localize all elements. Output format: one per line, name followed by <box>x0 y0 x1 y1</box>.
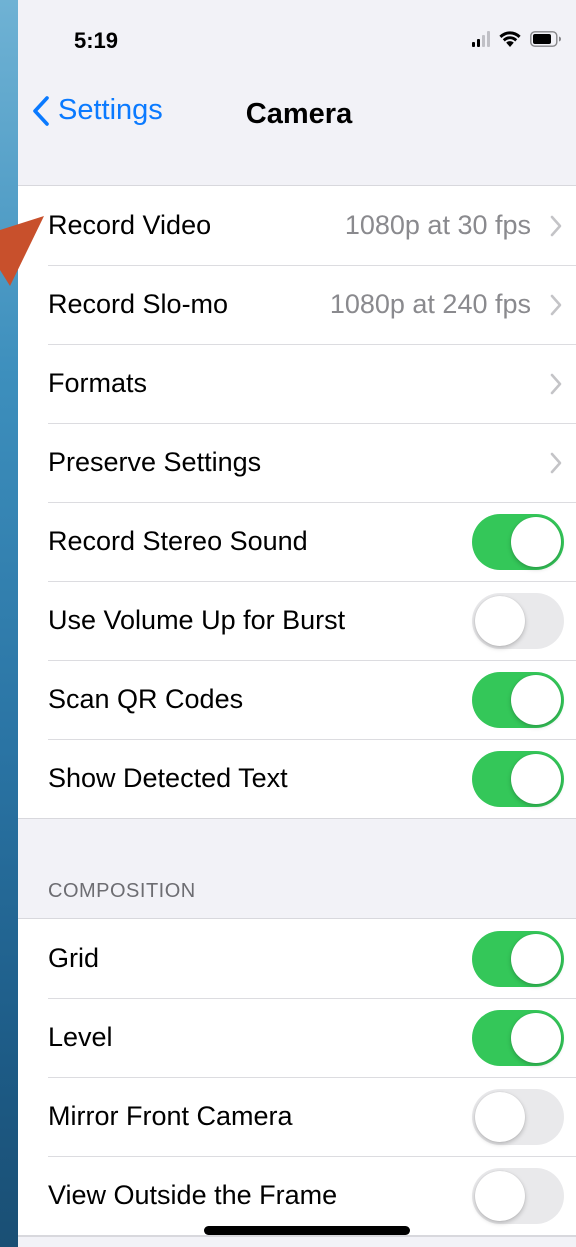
row-label: Show Detected Text <box>48 763 288 793</box>
row-record-slo-mo[interactable]: Record Slo-mo 1080p at 240 fps <box>18 265 576 344</box>
row-label: Use Volume Up for Burst <box>48 605 346 635</box>
view-outside-the-frame-toggle[interactable] <box>472 1168 564 1224</box>
toggle-knob <box>475 596 525 646</box>
row-label: Mirror Front Camera <box>48 1101 293 1131</box>
row-label: Record Stereo Sound <box>48 526 308 556</box>
mirror-front-camera-toggle[interactable] <box>472 1089 564 1145</box>
row-label: Formats <box>48 368 148 398</box>
row-label: Grid <box>48 943 100 973</box>
battery-icon <box>530 31 561 47</box>
chevron-right-icon <box>550 452 562 474</box>
toggle-knob <box>475 1092 525 1142</box>
row-level: Level <box>18 998 576 1077</box>
use-volume-up-for-burst-toggle[interactable] <box>472 593 564 649</box>
navigation-bar: Settings Camera <box>18 80 576 152</box>
grid-toggle[interactable] <box>472 931 564 987</box>
toggle-knob <box>511 934 561 984</box>
toggle-knob <box>511 754 561 804</box>
row-label: Record Video <box>48 210 212 240</box>
row-label: Record Slo-mo <box>48 289 229 319</box>
row-label: View Outside the Frame <box>48 1180 338 1210</box>
row-record-video[interactable]: Record Video 1080p at 30 fps <box>18 186 576 265</box>
toggle-knob <box>511 675 561 725</box>
row-preserve-settings[interactable]: Preserve Settings <box>18 423 576 502</box>
row-scan-qr-codes: Scan QR Codes <box>18 660 576 739</box>
toggle-knob <box>475 1171 525 1221</box>
row-mirror-front-camera: Mirror Front Camera <box>18 1077 576 1156</box>
row-value: 1080p at 240 fps <box>329 289 531 319</box>
scan-qr-codes-toggle[interactable] <box>472 672 564 728</box>
status-time: 5:19 <box>74 28 119 53</box>
camera-settings-group: Record Video 1080p at 30 fps Record Slo-… <box>18 185 576 819</box>
row-show-detected-text: Show Detected Text <box>18 739 576 818</box>
chevron-right-icon <box>550 373 562 395</box>
toggle-knob <box>511 517 561 567</box>
composition-group: Grid Level Mirror Front Camera View Outs… <box>18 918 576 1236</box>
cellular-signal-icon <box>472 31 490 47</box>
level-toggle[interactable] <box>472 1010 564 1066</box>
status-icons <box>472 30 562 48</box>
arrow-pointer-icon <box>0 216 44 286</box>
row-formats[interactable]: Formats <box>18 344 576 423</box>
show-detected-text-toggle[interactable] <box>472 751 564 807</box>
row-grid: Grid <box>18 919 576 998</box>
chevron-right-icon <box>550 294 562 316</box>
row-label: Scan QR Codes <box>48 684 244 714</box>
row-view-outside-the-frame: View Outside the Frame <box>18 1156 576 1235</box>
page-title: Camera <box>245 98 353 130</box>
toggle-knob <box>511 1013 561 1063</box>
row-use-volume-up-for-burst: Use Volume Up for Burst <box>18 581 576 660</box>
bottom-edge <box>18 1236 576 1247</box>
wifi-icon <box>499 31 521 47</box>
section-header-composition: COMPOSITION <box>48 880 196 902</box>
row-record-stereo-sound: Record Stereo Sound <box>18 502 576 581</box>
home-indicator[interactable] <box>204 1226 410 1235</box>
settings-screen: 5:19 Settings Camera Record Video 1080p … <box>18 0 576 1247</box>
status-bar: 5:19 <box>18 0 576 80</box>
row-value: 1080p at 30 fps <box>344 210 531 240</box>
record-stereo-sound-toggle[interactable] <box>472 514 564 570</box>
row-label: Preserve Settings <box>48 447 262 477</box>
row-label: Level <box>48 1022 113 1052</box>
chevron-right-icon <box>550 215 562 237</box>
